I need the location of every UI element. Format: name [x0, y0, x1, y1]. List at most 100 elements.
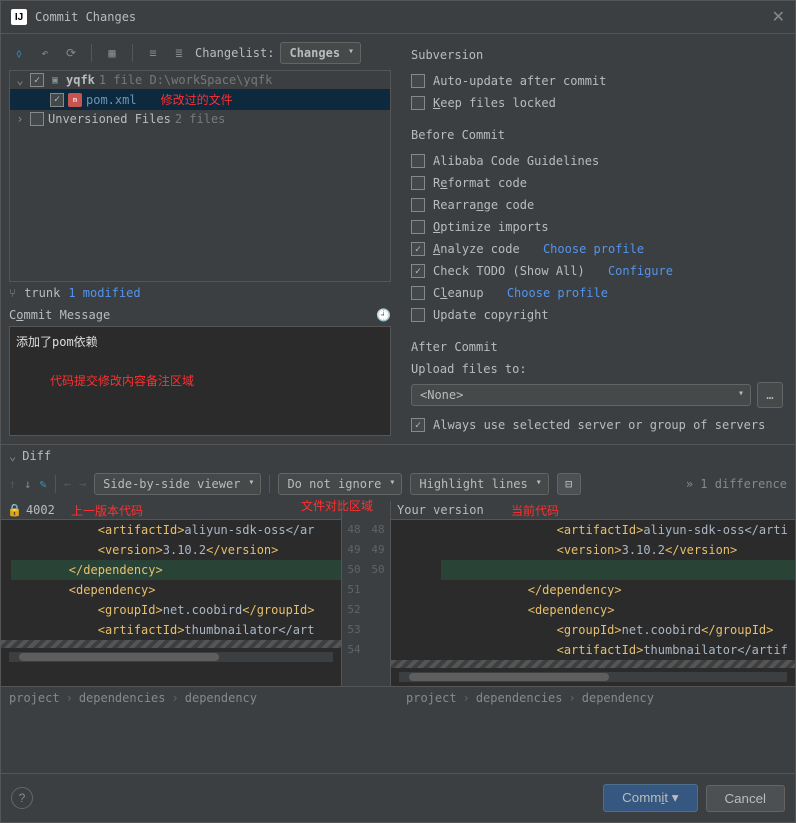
- diff-pane: 🔒 4002 上一版本代码 <artifactId>aliyun-sdk-oss…: [1, 501, 795, 686]
- checkbox[interactable]: [411, 96, 425, 110]
- refresh-icon[interactable]: ⟳: [61, 43, 81, 63]
- xml-file-icon: m: [68, 93, 82, 107]
- code-line: </dependency>: [11, 560, 341, 580]
- breadcrumb-item[interactable]: dependencies: [476, 691, 563, 705]
- tree-root-meta: 1 file D:\workSpace\yqfk: [99, 73, 272, 87]
- edit-icon[interactable]: ✎: [39, 477, 46, 491]
- branch-icon: ⑂: [9, 286, 16, 300]
- diff-toolbar: ↑ ↓ ✎ ← → Side-by-side viewer Do not ign…: [1, 467, 795, 501]
- checkbox[interactable]: [411, 74, 425, 88]
- help-icon[interactable]: ?: [11, 787, 33, 809]
- modified-count[interactable]: 1 modified: [68, 286, 140, 300]
- center-annotation: 文件对比区域: [301, 497, 373, 514]
- subversion-title: Subversion: [411, 48, 783, 62]
- upload-dropdown[interactable]: <None>: [411, 384, 751, 406]
- breadcrumb-right[interactable]: project›dependencies›dependency: [398, 686, 795, 709]
- collapse-unchanged-icon[interactable]: ⊟: [557, 473, 581, 495]
- chevron-right-icon[interactable]: ›: [14, 112, 26, 126]
- tree-unversioned-name: Unversioned Files: [48, 112, 171, 126]
- checkbox[interactable]: [411, 176, 425, 190]
- tree-root-name: yqfk: [66, 73, 95, 87]
- choose-profile-link[interactable]: Choose profile: [543, 242, 644, 256]
- changes-tree[interactable]: ⌄ ▣ yqfk 1 file D:\workSpace\yqfk m pom.…: [9, 70, 391, 282]
- check-todo-row[interactable]: Check TODO (Show All) Configure: [411, 260, 783, 282]
- checkbox[interactable]: [411, 308, 425, 322]
- tree-file-row[interactable]: m pom.xml 修改过的文件: [10, 89, 390, 110]
- code-line: <artifactId>thumbnailator</artif: [441, 640, 795, 660]
- chevron-down-icon[interactable]: ⌄: [9, 449, 16, 463]
- reformat-row[interactable]: Reformat code: [411, 172, 783, 194]
- commit-button[interactable]: Commit ▾: [603, 784, 697, 812]
- right-header-label: Your version: [397, 503, 484, 517]
- changelist-label: Changelist:: [195, 46, 274, 60]
- checkbox[interactable]: [411, 286, 425, 300]
- more-button[interactable]: …: [757, 382, 783, 408]
- left-rev-number: 4002: [26, 503, 55, 517]
- commit-dialog: IJ Commit Changes ✕ ⬨ ↶ ⟳ ▦ ≡ ≣ Changeli…: [0, 0, 796, 823]
- tree-root-row[interactable]: ⌄ ▣ yqfk 1 file D:\workSpace\yqfk: [10, 71, 390, 89]
- prev-diff-icon[interactable]: ↑: [9, 477, 16, 491]
- diff-section-header[interactable]: ⌄ Diff: [1, 444, 795, 467]
- next-diff-icon[interactable]: ↓: [24, 477, 31, 491]
- checkbox[interactable]: [50, 93, 64, 107]
- cleanup-profile-link[interactable]: Choose profile: [507, 286, 608, 300]
- highlight-mode-dropdown[interactable]: Highlight lines: [410, 473, 548, 495]
- optimize-row[interactable]: Optimize imports: [411, 216, 783, 238]
- left-annotation: 上一版本代码: [71, 502, 143, 519]
- checkbox[interactable]: [30, 112, 44, 126]
- tree-unversioned-row[interactable]: › Unversioned Files 2 files: [10, 110, 390, 128]
- code-line: <artifactId>aliyun-sdk-oss</arti: [441, 520, 795, 540]
- back-icon[interactable]: ←: [64, 477, 71, 491]
- group-icon[interactable]: ▦: [102, 43, 122, 63]
- cleanup-row[interactable]: Cleanup Choose profile: [411, 282, 783, 304]
- alibaba-row[interactable]: Alibaba Code Guidelines: [411, 150, 783, 172]
- keep-locked-row[interactable]: Keep files locked: [411, 92, 783, 114]
- checkbox[interactable]: [411, 242, 425, 256]
- analyze-row[interactable]: Analyze code Choose profile: [411, 238, 783, 260]
- forward-icon[interactable]: →: [79, 477, 86, 491]
- rearrange-row[interactable]: Rearrange code: [411, 194, 783, 216]
- configure-link[interactable]: Configure: [608, 264, 673, 278]
- checkbox[interactable]: [411, 198, 425, 212]
- checkbox[interactable]: [411, 220, 425, 234]
- code-line: <dependency>: [11, 580, 341, 600]
- checkbox[interactable]: [411, 154, 425, 168]
- code-line: <version>3.10.2</version>: [441, 540, 795, 560]
- tree-unversioned-meta: 2 files: [175, 112, 226, 126]
- breadcrumb-item[interactable]: project: [406, 691, 457, 705]
- code-line: <artifactId>aliyun-sdk-oss</ar: [11, 520, 341, 540]
- history-icon[interactable]: 🕘: [376, 308, 391, 322]
- update-copyright-row[interactable]: Update copyright: [411, 304, 783, 326]
- breadcrumb-left[interactable]: project›dependencies›dependency: [1, 686, 398, 709]
- difference-count: » 1 difference: [686, 477, 787, 491]
- expand-icon[interactable]: ≡: [143, 43, 163, 63]
- revert-icon[interactable]: ↶: [35, 43, 55, 63]
- titlebar: IJ Commit Changes ✕: [1, 1, 795, 34]
- diff-left-side[interactable]: 🔒 4002 上一版本代码 <artifactId>aliyun-sdk-oss…: [1, 501, 341, 686]
- ignore-mode-dropdown[interactable]: Do not ignore: [278, 473, 402, 495]
- breadcrumb-item[interactable]: dependency: [185, 691, 257, 705]
- checkbox[interactable]: [411, 418, 425, 432]
- tree-file-name: pom.xml: [86, 93, 137, 107]
- breadcrumb-item[interactable]: project: [9, 691, 60, 705]
- auto-update-row[interactable]: Auto-update after commit: [411, 70, 783, 92]
- diff-right-side[interactable]: Your version 当前代码 <artifactId>aliyun-sdk…: [391, 501, 795, 686]
- code-line: [441, 560, 795, 580]
- breadcrumb-item[interactable]: dependency: [582, 691, 654, 705]
- always-use-row[interactable]: Always use selected server or group of s…: [411, 414, 783, 436]
- collapse-icon[interactable]: ≣: [169, 43, 189, 63]
- show-diff-icon[interactable]: ⬨: [9, 43, 29, 63]
- close-icon[interactable]: ✕: [772, 7, 785, 27]
- code-line: <version>3.10.2</version>: [11, 540, 341, 560]
- changelist-dropdown[interactable]: Changes: [280, 42, 361, 64]
- code-line: <groupId>net.coobird</groupId>: [441, 620, 795, 640]
- viewer-mode-dropdown[interactable]: Side-by-side viewer: [94, 473, 261, 495]
- chevron-down-icon[interactable]: ⌄: [14, 73, 26, 87]
- scrollbar[interactable]: [399, 672, 787, 682]
- checkbox[interactable]: [411, 264, 425, 278]
- checkbox[interactable]: [30, 73, 44, 87]
- scrollbar[interactable]: [9, 652, 333, 662]
- breadcrumb-item[interactable]: dependencies: [79, 691, 166, 705]
- cancel-button[interactable]: Cancel: [706, 785, 786, 812]
- commit-message-input[interactable]: 添加了pom依赖 代码提交修改内容备注区域: [9, 326, 391, 436]
